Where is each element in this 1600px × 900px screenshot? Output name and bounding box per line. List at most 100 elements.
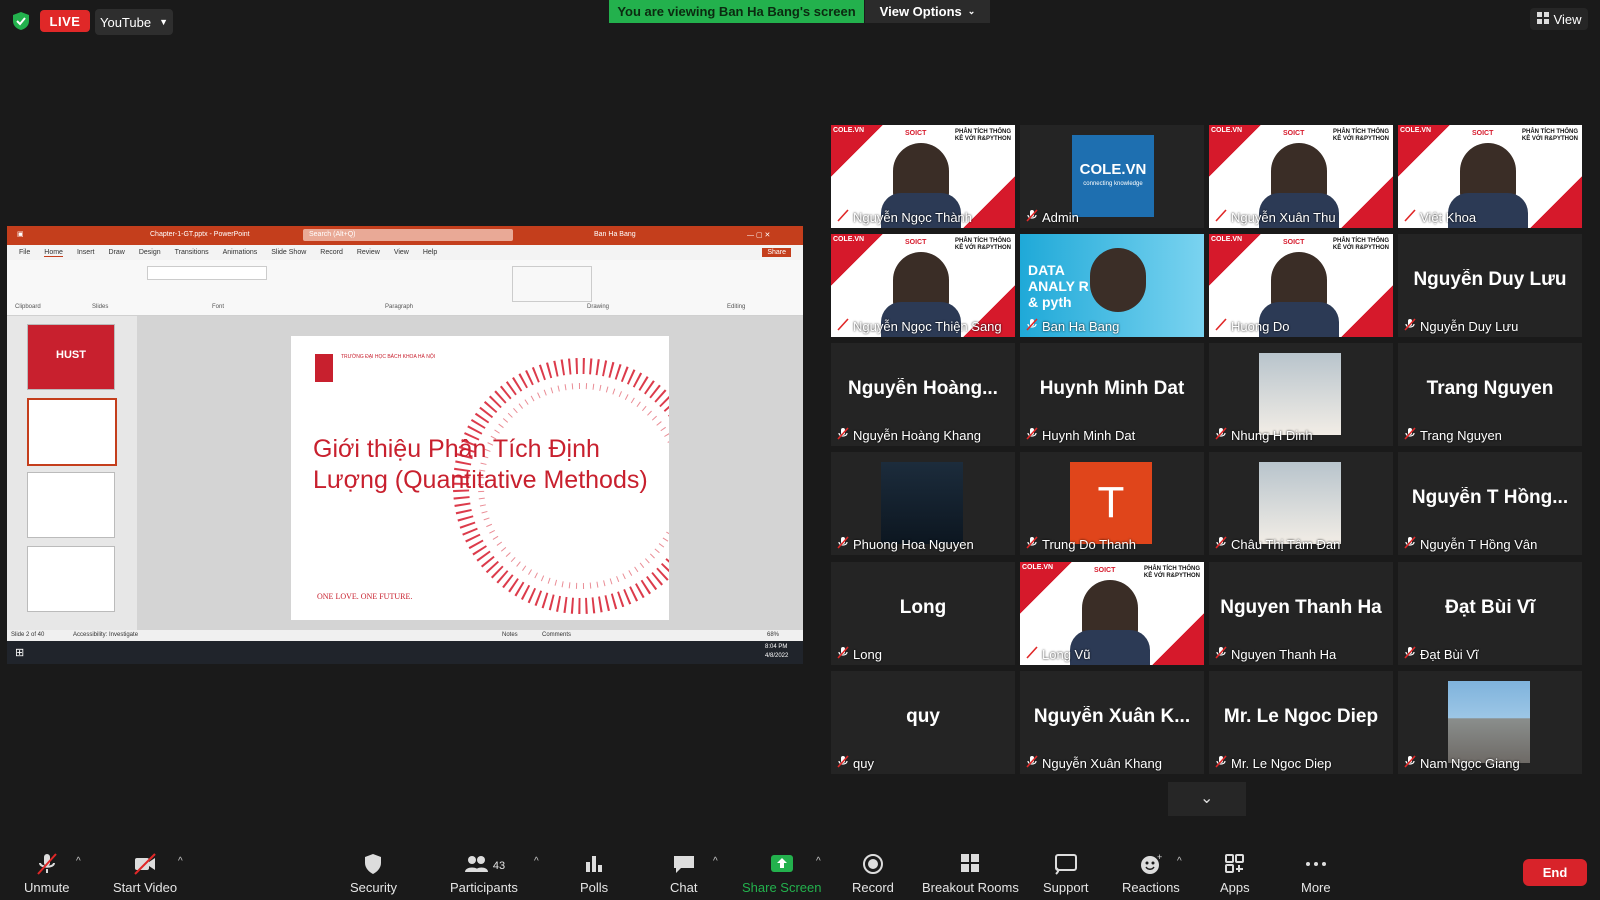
participant-tile[interactable]: COLE.VN connecting knowledge Admin [1020,125,1204,228]
participant-tile[interactable]: Nguyễn Xuân K... Nguyễn Xuân Khang [1020,671,1204,774]
more-button[interactable]: More [1301,852,1331,900]
support-button[interactable]: Support [1043,852,1089,900]
stream-target-dropdown[interactable]: YouTube ▼ [95,9,173,35]
apps-button[interactable]: Apps [1220,852,1250,900]
participant-name-tag: Nguyễn Ngọc Thiện Sang [837,318,1002,334]
participant-tile[interactable]: Trang Nguyen Trang Nguyen [1398,343,1582,446]
ppt-menu-design[interactable]: Design [139,249,161,256]
participant-display-name: Long [899,597,947,618]
participant-tile[interactable]: Phuong Hoa Nguyen [831,452,1015,555]
participant-tile[interactable]: T Trung Do Thanh [1020,452,1204,555]
ppt-menu-slideshow[interactable]: Slide Show [271,249,306,256]
encryption-shield-icon[interactable] [10,10,32,32]
soict-logo-text: SOICT [905,239,927,246]
participant-tile[interactable]: quy quy [831,671,1015,774]
view-options-button[interactable]: View Options ⌄ [865,0,990,23]
accessibility-status[interactable]: Accessibility: Investigate [73,632,138,638]
windows-taskbar[interactable]: ⊞ 8:04 PM 4/8/2022 [7,641,803,664]
participant-tile[interactable]: Đạt Bùi Vĩ Đạt Bùi Vĩ [1398,562,1582,665]
mic-muted-icon [1215,427,1227,443]
zoom-level[interactable]: 68% [767,632,779,638]
ribbon-group-paragraph: Paragraph [385,304,414,310]
participant-name-tag: Việt Khoa [1404,209,1476,225]
ppt-menu-draw[interactable]: Draw [108,249,124,256]
slide-thumb-3[interactable] [27,472,115,538]
font-name-box[interactable] [147,266,267,280]
participant-tile[interactable]: Huynh Minh Dat Huynh Minh Dat [1020,343,1204,446]
participant-tile[interactable]: Nhung H Dinh [1209,343,1393,446]
video-options-caret-icon[interactable]: ^ [178,856,183,867]
profile-photo [881,462,963,544]
shapes-gallery[interactable] [512,266,592,302]
ppt-window-controls[interactable]: — ▢ ✕ [747,231,770,239]
windows-start-icon[interactable]: ⊞ [15,646,24,659]
participant-name-tag: Nam Ngọc Giang [1404,755,1520,771]
slide-thumb-2[interactable] [27,398,117,466]
participant-tile[interactable]: Nguyễn Hoàng... Nguyễn Hoàng Khang [831,343,1015,446]
chat-options-caret-icon[interactable]: ^ [713,856,718,867]
live-badge[interactable]: LIVE [40,10,90,32]
polls-button[interactable]: Polls [580,852,608,900]
participant-tile[interactable]: COLE.VN SOICT PHÂN TÍCH THỐNG KÊ VỚI R&PYT… [831,125,1015,228]
participant-tile[interactable]: Nguyen Thanh Ha Nguyen Thanh Ha [1209,562,1393,665]
ppt-search-box[interactable]: Search (Alt+Q) [303,229,513,241]
participant-tile[interactable]: Long Long [831,562,1015,665]
ppt-ribbon[interactable]: Clipboard Slides Font Paragraph Drawing … [7,260,803,316]
cole-brand-text: COLE.VN [1022,564,1054,571]
participant-name: Phuong Hoa Nguyen [853,536,974,552]
participants-button[interactable]: 43 Participants [450,852,518,900]
notes-button[interactable]: Notes [502,632,518,638]
security-button[interactable]: Security [350,852,397,900]
start-video-button[interactable]: Start Video [113,852,177,900]
audio-options-caret-icon[interactable]: ^ [76,856,81,867]
comments-button[interactable]: Comments [542,632,571,638]
ppt-menu-review[interactable]: Review [357,249,380,256]
shared-screen[interactable]: ▣ Chapter-1-GT.pptx - PowerPoint Search … [7,226,803,674]
share-options-caret-icon[interactable]: ^ [816,856,821,867]
participant-tile[interactable]: Châu Thị Tâm Đan [1209,452,1393,555]
participant-display-name: Trang Nguyen [1426,378,1554,399]
ppt-menu-animations[interactable]: Animations [223,249,258,256]
participant-tile[interactable]: DATA ANALY R & pyth Ban Ha Bang [1020,234,1204,337]
participant-tile[interactable]: COLE.VN SOICT PHÂN TÍCH THỐNG KÊ VỚI R&PYT… [1209,234,1393,337]
record-button[interactable]: Record [852,852,894,900]
ppt-share-button[interactable]: Share [762,248,791,257]
ppt-menu-help[interactable]: Help [423,249,437,256]
mic-muted-icon [837,209,849,225]
participants-options-caret-icon[interactable]: ^ [534,856,539,867]
chat-label: Chat [670,880,698,895]
ppt-menu-view[interactable]: View [394,249,409,256]
ppt-menu-home[interactable]: Home [44,249,63,257]
ppt-menu-insert[interactable]: Insert [77,249,95,256]
reactions-button[interactable]: + Reactions [1122,852,1180,900]
participant-tile[interactable]: COLE.VN SOICT PHÂN TÍCH THỐNG KÊ VỚI R&PYT… [831,234,1015,337]
share-screen-button[interactable]: Share Screen [742,852,822,900]
ppt-menu-record[interactable]: Record [320,249,343,256]
course-heading-text: PHÂN TÍCH THỐNG KÊ VỚI R&PYTHON [954,129,1011,142]
end-meeting-button[interactable]: End [1523,859,1587,886]
participant-tile[interactable]: COLE.VN SOICT PHÂN TÍCH THỐNG KÊ VỚI R&PYT… [1209,125,1393,228]
reactions-options-caret-icon[interactable]: ^ [1177,856,1182,867]
mic-muted-icon [37,853,57,875]
participant-tile[interactable]: Nguyễn Duy Lưu Nguyễn Duy Lưu [1398,234,1582,337]
ppt-menu-file[interactable]: File [19,249,30,256]
view-button[interactable]: View [1530,8,1588,30]
participant-tile[interactable]: Nam Ngọc Giang [1398,671,1582,774]
participant-tile[interactable]: COLE.VN SOICT PHÂN TÍCH THỐNG KÊ VỚI R&PYT… [1398,125,1582,228]
chat-button[interactable]: Chat [670,852,697,900]
participant-tile[interactable]: Mr. Le Ngoc Diep Mr. Le Ngoc Diep [1209,671,1393,774]
gallery-next-page-button[interactable]: ⌄ [1168,782,1246,816]
slide-canvas[interactable]: TRƯỜNG ĐẠI HỌC BÁCH KHOA HÀ NỘI Giới thi… [137,316,803,630]
chat-icon [673,856,694,873]
participant-name: Trung Do Thanh [1042,536,1136,552]
participant-tile[interactable]: Nguyễn T Hồng... Nguyễn T Hồng Vân [1398,452,1582,555]
admin-logo-text: COLE.VN [1079,161,1147,178]
slide-thumbnails[interactable]: HUST [7,316,137,630]
slide-thumb-4[interactable] [27,546,115,612]
taskbar-clock-time: 8:04 PM [765,644,788,650]
slide-thumb-1[interactable]: HUST [27,324,115,390]
unmute-button[interactable]: Unmute [24,852,70,900]
participant-tile[interactable]: COLE.VN SOICT PHÂN TÍCH THỐNG KÊ VỚI R&PYT… [1020,562,1204,665]
breakout-rooms-button[interactable]: Breakout Rooms [922,852,1019,900]
ppt-menu-transitions[interactable]: Transitions [175,249,209,256]
